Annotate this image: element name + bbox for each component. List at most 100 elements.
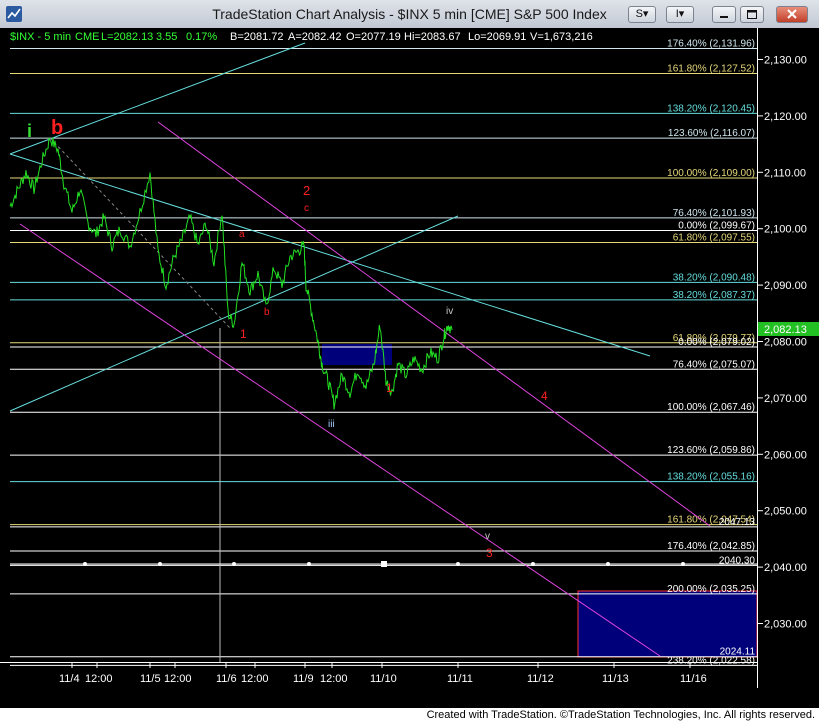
price-tick-label: 2,120.00 (764, 111, 807, 123)
price-axis[interactable] (758, 28, 819, 688)
price-level-value: 2024.11 (720, 647, 756, 658)
symbol-link-s-button[interactable]: S▾ (628, 6, 656, 23)
wave-label: 1 (240, 327, 247, 341)
status-last: L=2082.13 (101, 31, 153, 43)
wave-label: iii (328, 419, 335, 430)
fib-level-label: 76.40% (2,101.93) (673, 208, 755, 219)
status-symbol: $INX - 5 min (10, 31, 71, 43)
time-label: 11/12 (527, 673, 554, 685)
status-volume: V=1,673,216 (530, 31, 593, 43)
footer: Created with TradeStation. ©TradeStation… (0, 708, 819, 723)
fib-level-label: 0.00% (2,079.02) (678, 337, 755, 348)
fib-level-label: 200.00% (2,035.25) (667, 584, 755, 595)
channel-lower-magenta (19, 223, 661, 657)
status-low: Lo=2069.91 (468, 31, 526, 43)
window-title: TradeStation Chart Analysis - $INX 5 min… (212, 6, 607, 22)
price-level-value: 2047.13 (719, 517, 756, 528)
fib-level-label: 38.20% (2,087.37) (673, 290, 755, 301)
time-label: 11/9 (293, 673, 314, 685)
maximize-button[interactable] (740, 6, 764, 23)
wave-label: iv (446, 306, 453, 317)
wave-label: v (485, 531, 490, 542)
chevron-down-icon: ▾ (678, 8, 685, 20)
status-change: 3.55 (156, 31, 177, 43)
copyright-text: Created with TradeStation. ©TradeStation… (426, 709, 815, 721)
maximize-icon (747, 10, 757, 19)
minimize-icon (720, 16, 728, 18)
status-line: $INX - 5 min CME L=2082.13 3.55 0.17% B=… (10, 31, 593, 43)
time-label: 11/10 (370, 673, 397, 685)
fib-level-label: 100.00% (2,109.00) (667, 168, 755, 179)
chevron-down-icon: ▾ (642, 8, 649, 20)
projection-anchor-handle[interactable] (381, 561, 387, 567)
projection-dot (456, 562, 460, 566)
time-label: 11/4 (59, 673, 80, 685)
fib-level-label: 176.40% (2,042.85) (667, 541, 755, 552)
time-label: 11/6 (216, 673, 237, 685)
status-open: O=2077.19 (346, 31, 401, 43)
projection-dot (158, 562, 162, 566)
fib-level-label: 100.00% (2,067.46) (667, 402, 755, 413)
fib-level-label: 0.00% (2,099.67) (678, 221, 755, 232)
price-level-value: 2040.30 (719, 555, 756, 566)
time-label: 11/13 (602, 673, 629, 685)
price-tick-label: 2,080.00 (764, 337, 807, 349)
projection-dot (606, 562, 610, 566)
status-bid: B=2081.72 (230, 31, 284, 43)
fib-level-label: 61.80% (2,097.55) (673, 233, 755, 244)
wave-label: c (304, 203, 309, 214)
last-price-marker: 2,082.13 (758, 322, 819, 336)
fib-level-label: 176.40% (2,131.96) (667, 38, 755, 49)
status-exchange: CME (75, 31, 99, 43)
symbol-link-i-button[interactable]: I▾ (666, 6, 694, 23)
status-high: Hi=2083.67 (404, 31, 461, 43)
status-change-pct: 0.17% (186, 31, 217, 43)
fib-level-label: 138.20% (2,120.45) (667, 103, 755, 114)
fib-level-label: 123.60% (2,116.07) (668, 128, 755, 139)
close-button[interactable] (776, 6, 808, 23)
wave-label: i (27, 121, 32, 141)
price-tick-label: 2,070.00 (764, 393, 807, 405)
price-tick-label: 2,060.00 (764, 449, 807, 461)
channel-upper-magenta (157, 121, 711, 527)
time-label: 12:00 (241, 673, 269, 685)
wave-label: a (239, 229, 245, 240)
time-label: 11/16 (680, 673, 707, 685)
price-tick-label: 2,050.00 (764, 506, 807, 518)
status-ask: A=2082.42 (288, 31, 342, 43)
projection-dot (307, 562, 311, 566)
price-tick-label: 2,100.00 (764, 224, 807, 236)
wave-label: b (51, 117, 63, 139)
last-price-value: 2,082.13 (764, 324, 807, 336)
price-tick-label: 2,090.00 (764, 280, 807, 292)
wave-labels: i b 2 c a b 1 iv iii 4 1 v 3 (27, 117, 548, 560)
wave-label: 3 (486, 546, 493, 560)
chart-area[interactable]: $INX - 5 min CME L=2082.13 3.55 0.17% B=… (0, 28, 819, 708)
fib-level-label: 138.20% (2,055.16) (667, 472, 755, 483)
minimize-button[interactable] (712, 6, 736, 23)
downtrend-line-cyan (9, 153, 651, 357)
projection-dot (232, 562, 236, 566)
fib-level-label: 76.40% (2,075.07) (673, 359, 755, 370)
chart-window: TradeStation Chart Analysis - $INX 5 min… (0, 0, 819, 708)
close-icon (787, 9, 797, 19)
wave-label: 1 (386, 381, 393, 395)
time-label: 11/11 (447, 673, 473, 685)
fib-level-label: 38.20% (2,090.48) (673, 272, 755, 283)
time-label: 12:00 (164, 673, 192, 685)
wave-label: b (264, 307, 270, 318)
wave-label: 4 (541, 389, 548, 403)
price-chart[interactable]: $INX - 5 min CME L=2082.13 3.55 0.17% B=… (0, 28, 819, 708)
title-bar[interactable]: TradeStation Chart Analysis - $INX 5 min… (0, 0, 819, 29)
time-axis[interactable]: 11/4 12:00 11/5 12:00 11/6 12:00 11/9 12… (59, 663, 707, 685)
time-label: 12:00 (85, 673, 113, 685)
time-label: 12:00 (320, 673, 348, 685)
price-tick-label: 2,030.00 (764, 619, 807, 631)
fib-level-label: 161.80% (2,127.52) (667, 63, 755, 74)
projection-dot (531, 562, 535, 566)
price-tick-label: 2,130.00 (764, 55, 807, 67)
s-label: S (635, 8, 643, 20)
time-label: 11/5 (140, 673, 161, 685)
price-tick-label: 2,040.00 (764, 562, 807, 574)
price-tick-label: 2,110.00 (764, 167, 806, 179)
